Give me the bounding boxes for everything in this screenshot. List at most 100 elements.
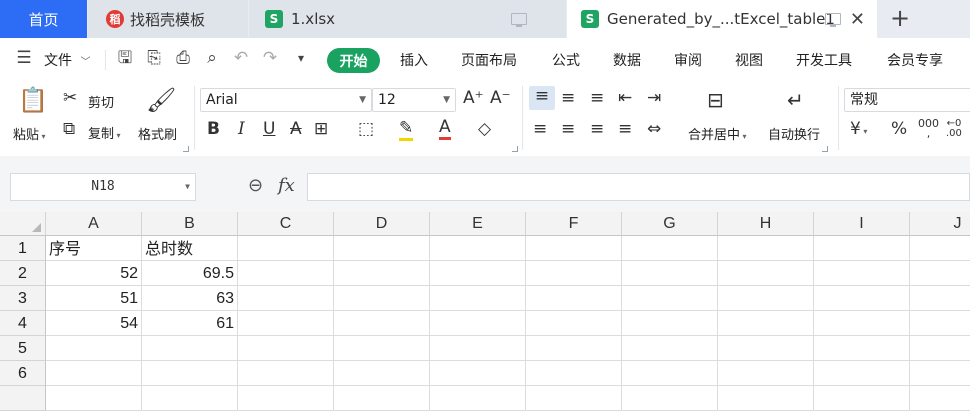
borders-icon[interactable]: ⊞ bbox=[314, 119, 328, 139]
column-header-c[interactable]: C bbox=[238, 212, 334, 236]
cell-d4[interactable] bbox=[334, 311, 430, 336]
format-painter-button[interactable]: 格式刷 bbox=[138, 124, 177, 143]
undo-icon[interactable]: ↶ bbox=[231, 48, 251, 68]
row-header-4[interactable]: 4 bbox=[0, 311, 46, 336]
paste-button[interactable]: 粘贴 ▾ bbox=[13, 124, 46, 143]
percent-button[interactable]: % bbox=[891, 119, 907, 139]
tab-template[interactable]: 稻 找稻壳模板 bbox=[88, 0, 248, 38]
cell-i6[interactable] bbox=[814, 361, 910, 386]
menu-developer[interactable]: 开发工具 bbox=[796, 50, 852, 70]
cell-h6[interactable] bbox=[718, 361, 814, 386]
italic-icon[interactable]: I bbox=[238, 119, 245, 139]
row-header-1[interactable]: 1 bbox=[0, 236, 46, 261]
font-size-select[interactable]: 12 ▼ bbox=[372, 88, 456, 112]
fill-color-icon[interactable]: ✎ bbox=[399, 118, 414, 141]
menu-data[interactable]: 数据 bbox=[613, 50, 641, 70]
cell-g6[interactable] bbox=[622, 361, 718, 386]
decrease-font-icon[interactable]: A⁻ bbox=[490, 88, 511, 108]
merge-center-icon[interactable]: ⊟ bbox=[707, 88, 724, 112]
cell-d3[interactable] bbox=[334, 286, 430, 311]
increase-font-icon[interactable]: A⁺ bbox=[463, 88, 484, 108]
cell-j1[interactable] bbox=[910, 236, 970, 261]
cell-b3[interactable]: 63 bbox=[142, 286, 238, 311]
cell-e6[interactable] bbox=[430, 361, 526, 386]
row-header-5[interactable]: 5 bbox=[0, 336, 46, 361]
cell-f6[interactable] bbox=[526, 361, 622, 386]
align-right-icon[interactable]: ≡ bbox=[590, 119, 604, 139]
underline-icon[interactable]: U bbox=[263, 119, 275, 139]
redo-icon[interactable]: ↷ bbox=[260, 48, 280, 68]
cell-b4[interactable]: 61 bbox=[142, 311, 238, 336]
cell-e3[interactable] bbox=[430, 286, 526, 311]
group-launcher-icon[interactable] bbox=[183, 146, 189, 152]
align-bottom-icon[interactable]: ≡ bbox=[590, 88, 604, 108]
cell-g5[interactable] bbox=[622, 336, 718, 361]
column-header-h[interactable]: H bbox=[718, 212, 814, 236]
cell-j2[interactable] bbox=[910, 261, 970, 286]
cell-i2[interactable] bbox=[814, 261, 910, 286]
cell-d1[interactable] bbox=[334, 236, 430, 261]
cell-h2[interactable] bbox=[718, 261, 814, 286]
cell-a4[interactable]: 54 bbox=[46, 311, 142, 336]
formula-input[interactable] bbox=[307, 173, 970, 201]
tab-file-1xlsx[interactable]: S 1.xlsx bbox=[249, 0, 566, 38]
align-center-icon[interactable]: ≡ bbox=[561, 119, 575, 139]
cell-j4[interactable] bbox=[910, 311, 970, 336]
cell-e5[interactable] bbox=[430, 336, 526, 361]
tab-home[interactable]: 首页 bbox=[0, 0, 87, 38]
cell-c2[interactable] bbox=[238, 261, 334, 286]
cut-button[interactable]: 剪切 bbox=[88, 92, 114, 111]
cell-f4[interactable] bbox=[526, 311, 622, 336]
menu-view[interactable]: 视图 bbox=[735, 50, 763, 70]
fx-icon[interactable]: fx bbox=[278, 175, 295, 196]
menu-formula[interactable]: 公式 bbox=[552, 50, 580, 70]
paste-icon[interactable]: 📋 bbox=[18, 86, 48, 114]
column-header-i[interactable]: I bbox=[814, 212, 910, 236]
align-middle-icon[interactable]: ≡ bbox=[561, 88, 575, 108]
menu-insert[interactable]: 插入 bbox=[400, 50, 428, 70]
cell-e4[interactable] bbox=[430, 311, 526, 336]
column-header-b[interactable]: B bbox=[142, 212, 238, 236]
cell-e1[interactable] bbox=[430, 236, 526, 261]
distributed-align-icon[interactable]: ⇔ bbox=[647, 119, 661, 139]
number-format-select[interactable]: 常规 bbox=[844, 88, 970, 112]
cell-c6[interactable] bbox=[238, 361, 334, 386]
scissors-icon[interactable]: ✂ bbox=[63, 88, 77, 108]
cell-d6[interactable] bbox=[334, 361, 430, 386]
menu-start[interactable]: 开始 bbox=[327, 48, 380, 73]
new-tab-icon[interactable]: + bbox=[890, 4, 910, 32]
print-icon[interactable]: ⎙ bbox=[173, 48, 193, 68]
fill-pattern-icon[interactable]: ⬚ bbox=[358, 119, 374, 139]
zoom-icon[interactable]: ⊖ bbox=[248, 175, 263, 196]
column-header-d[interactable]: D bbox=[334, 212, 430, 236]
cell-h3[interactable] bbox=[718, 286, 814, 311]
font-color-icon[interactable]: A bbox=[439, 117, 451, 140]
select-all-corner[interactable] bbox=[0, 212, 46, 236]
cell-g4[interactable] bbox=[622, 311, 718, 336]
cell-d5[interactable] bbox=[334, 336, 430, 361]
cell-c1[interactable] bbox=[238, 236, 334, 261]
cell-c4[interactable] bbox=[238, 311, 334, 336]
cell-b1[interactable]: 总时数 bbox=[142, 236, 238, 261]
cell-h5[interactable] bbox=[718, 336, 814, 361]
cell-j6[interactable] bbox=[910, 361, 970, 386]
row-header-6[interactable]: 6 bbox=[0, 361, 46, 386]
row-header-3[interactable]: 3 bbox=[0, 286, 46, 311]
cell-a5[interactable] bbox=[46, 336, 142, 361]
export-icon[interactable]: ⎘ bbox=[144, 48, 164, 68]
cell-d2[interactable] bbox=[334, 261, 430, 286]
cell-i3[interactable] bbox=[814, 286, 910, 311]
column-header-a[interactable]: A bbox=[46, 212, 142, 236]
align-top-icon[interactable]: ≡ bbox=[529, 86, 555, 110]
close-icon[interactable]: ✕ bbox=[850, 9, 865, 30]
align-left-icon[interactable]: ≡ bbox=[533, 119, 547, 139]
cell-j3[interactable] bbox=[910, 286, 970, 311]
cell-g1[interactable] bbox=[622, 236, 718, 261]
cell-i1[interactable] bbox=[814, 236, 910, 261]
cell-f3[interactable] bbox=[526, 286, 622, 311]
column-header-f[interactable]: F bbox=[526, 212, 622, 236]
cell-i5[interactable] bbox=[814, 336, 910, 361]
wrap-text-button[interactable]: 自动换行 bbox=[768, 124, 820, 143]
group-launcher-icon[interactable] bbox=[822, 146, 828, 152]
copy-icon[interactable]: ⧉ bbox=[63, 119, 75, 139]
